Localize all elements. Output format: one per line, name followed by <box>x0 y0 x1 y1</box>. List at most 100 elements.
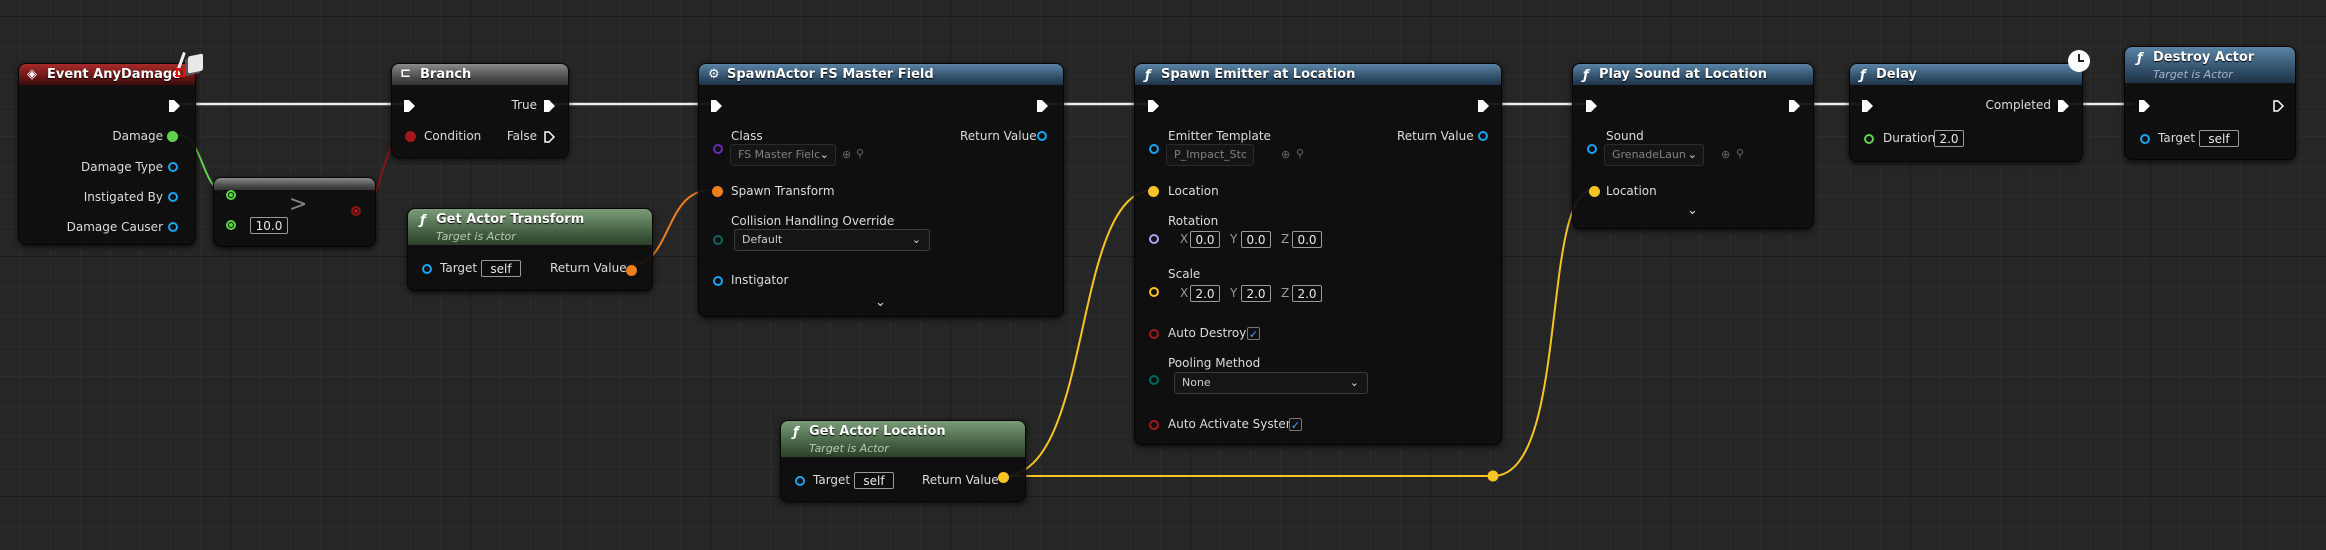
expand-advanced-chevron-icon[interactable]: ⌄ <box>875 295 886 310</box>
get-actor-location-node[interactable]: ƒ Get Actor Location Target is Actor Tar… <box>780 420 1026 502</box>
exec-in-pin[interactable] <box>404 100 415 112</box>
object-in-pin[interactable] <box>795 476 805 486</box>
node-title: Play Sound at Location <box>1599 67 1768 82</box>
float-in-pin[interactable] <box>1864 134 1874 144</box>
float-in-pin[interactable] <box>226 190 236 200</box>
object-in-pin[interactable] <box>713 276 723 286</box>
node-title: Branch <box>420 67 472 82</box>
exec-out-pin[interactable] <box>1478 100 1489 112</box>
collision-override-dropdown[interactable]: Default ⌄ <box>734 229 930 251</box>
pin-label-auto-destroy: Auto Destroy <box>1168 326 1247 340</box>
pin-label-completed: Completed <box>1985 98 2051 112</box>
exec-in-pin[interactable] <box>2139 100 2150 112</box>
auto-activate-checkbox[interactable]: ✓ <box>1289 418 1302 432</box>
bool-out-pin[interactable] <box>351 206 361 216</box>
function-icon: ƒ <box>1583 68 1589 83</box>
exec-out-pin[interactable] <box>544 131 555 143</box>
reroute-knot <box>1487 470 1499 482</box>
scale-x-input[interactable]: 2.0 <box>1190 285 1220 302</box>
greater-than-node[interactable]: 10.0 > <box>213 177 376 247</box>
play-sound-node[interactable]: ƒ Play Sound at Location Sound GrenadeLa… <box>1572 63 1814 229</box>
use-selected-icon[interactable]: ⊕ <box>842 148 851 161</box>
object-in-pin[interactable] <box>1587 144 1597 154</box>
bool-in-pin[interactable] <box>1149 329 1159 339</box>
scale-z-input[interactable]: 2.0 <box>1292 285 1322 302</box>
spawn-actor-node[interactable]: ⚙ SpawnActor FS Master Field Class FS Ma… <box>698 63 1064 317</box>
destroy-actor-node[interactable]: ƒ Destroy Actor Target is Actor Target s… <box>2124 46 2296 160</box>
use-selected-icon[interactable]: ⊕ <box>1721 148 1730 161</box>
object-out-pin[interactable] <box>1478 131 1488 141</box>
exec-out-pin[interactable] <box>169 100 180 112</box>
browse-search-icon[interactable]: ⚲ <box>1736 147 1744 160</box>
vector-in-pin[interactable] <box>1148 186 1159 197</box>
target-self-input[interactable]: self <box>2199 130 2239 147</box>
duration-input[interactable]: 2.0 <box>1934 130 1964 147</box>
node-title: Get Actor Transform <box>436 212 585 227</box>
use-selected-icon[interactable]: ⊕ <box>1281 148 1290 161</box>
chevron-down-icon: ⌄ <box>911 233 921 246</box>
rotation-z-input[interactable]: 0.0 <box>1292 231 1322 248</box>
expand-advanced-chevron-icon[interactable]: ⌄ <box>1687 203 1698 218</box>
class-picker-dropdown[interactable]: FS Master Fielc ⌄ <box>730 144 836 166</box>
transform-in-pin[interactable] <box>712 186 723 197</box>
object-out-pin[interactable] <box>168 222 178 232</box>
byte-in-pin[interactable] <box>1149 375 1159 385</box>
bool-in-pin[interactable] <box>1149 420 1159 430</box>
target-self-input[interactable]: self <box>481 260 521 277</box>
node-title: Delay <box>1876 67 1917 82</box>
pin-label-damage-type: Damage Type <box>80 160 163 174</box>
branch-icon: ⊏ <box>400 66 411 81</box>
target-self-input[interactable]: self <box>854 472 894 489</box>
delay-node[interactable]: ƒ Delay Completed Duration 2.0 <box>1849 63 2083 162</box>
class-in-pin[interactable] <box>713 144 723 154</box>
event-pin-square <box>176 68 185 77</box>
object-in-pin[interactable] <box>2140 134 2150 144</box>
exec-out-pin[interactable] <box>2273 100 2284 112</box>
node-header <box>214 178 375 190</box>
rotation-x-input[interactable]: 0.0 <box>1190 231 1220 248</box>
browse-search-icon[interactable]: ⚲ <box>856 147 864 160</box>
exec-out-pin[interactable] <box>1789 100 1800 112</box>
exec-out-pin[interactable] <box>2058 100 2069 112</box>
pin-label-location: Location <box>1168 184 1219 198</box>
exec-in-pin[interactable] <box>1148 100 1159 112</box>
emitter-template-dropdown[interactable]: P_Impact_Stone <box>1166 144 1254 166</box>
function-icon: ƒ <box>1145 68 1151 83</box>
object-out-pin[interactable] <box>168 162 178 172</box>
axis-z-label: Z <box>1281 232 1290 246</box>
node-subtitle: Target is Actor <box>436 230 516 243</box>
float-out-pin[interactable] <box>167 131 178 142</box>
float-value-input[interactable]: 10.0 <box>250 217 288 234</box>
exec-in-pin[interactable] <box>1586 100 1597 112</box>
exec-in-pin[interactable] <box>711 100 722 112</box>
vector-out-pin[interactable] <box>998 472 1009 483</box>
vector-in-pin[interactable] <box>1149 287 1159 297</box>
object-out-pin[interactable] <box>168 192 178 202</box>
vector-in-pin[interactable] <box>1589 186 1600 197</box>
byte-in-pin[interactable] <box>713 235 723 245</box>
exec-in-pin[interactable] <box>1862 100 1873 112</box>
transform-out-pin[interactable] <box>626 265 637 276</box>
pin-label-class: Class <box>731 129 763 143</box>
rotation-y-input[interactable]: 0.0 <box>1241 231 1271 248</box>
rotator-in-pin[interactable] <box>1149 234 1159 244</box>
pooling-method-dropdown[interactable]: None ⌄ <box>1174 372 1368 394</box>
object-out-pin[interactable] <box>1037 131 1047 141</box>
pin-label-pooling-method: Pooling Method <box>1168 356 1261 370</box>
sound-asset-dropdown[interactable]: GrenadeLaunch ⌄ <box>1604 144 1704 166</box>
object-in-pin[interactable] <box>1149 144 1159 154</box>
branch-node[interactable]: ⊏ Branch True Condition False <box>391 63 569 158</box>
auto-destroy-checkbox[interactable]: ✓ <box>1247 327 1260 341</box>
spawn-emitter-node[interactable]: ƒ Spawn Emitter at Location Emitter Temp… <box>1134 63 1502 445</box>
object-in-pin[interactable] <box>422 264 432 274</box>
get-actor-transform-node[interactable]: ƒ Get Actor Transform Target is Actor Ta… <box>407 208 653 291</box>
exec-out-pin[interactable] <box>1037 100 1048 112</box>
bool-in-pin[interactable] <box>405 131 416 142</box>
exec-out-pin[interactable] <box>544 100 555 112</box>
browse-search-icon[interactable]: ⚲ <box>1296 147 1304 160</box>
pin-label-true: True <box>511 98 538 112</box>
scale-y-input[interactable]: 2.0 <box>1241 285 1271 302</box>
vector-wire <box>1492 189 1594 477</box>
float-in-pin[interactable] <box>226 220 236 230</box>
event-anydamage-node[interactable]: ◈ Event AnyDamage Damage Damage Type Ins… <box>18 63 196 245</box>
